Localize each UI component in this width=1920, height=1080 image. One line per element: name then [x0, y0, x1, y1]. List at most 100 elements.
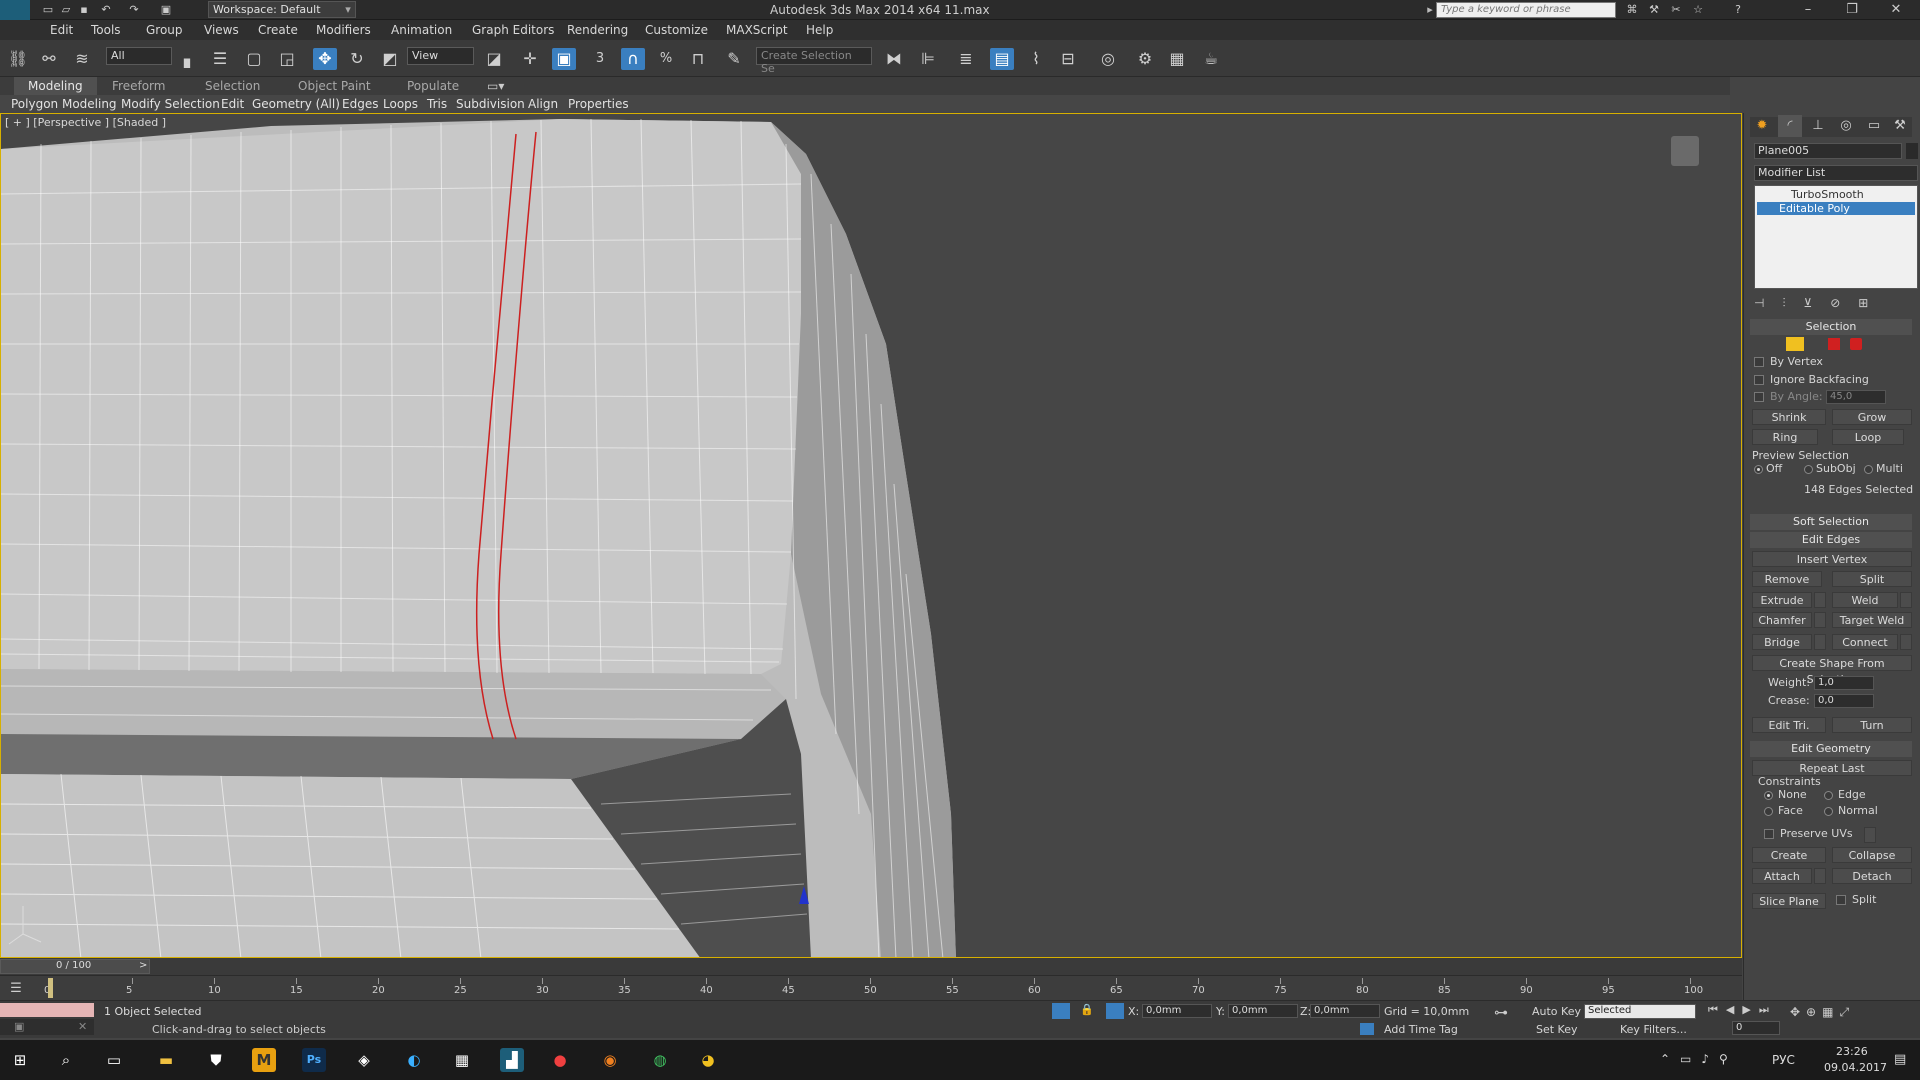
viewport-label[interactable]: [ + ] [Perspective ] [Shaded ]: [5, 116, 166, 129]
soft-selection-rollout-header[interactable]: Soft Selection: [1750, 514, 1912, 530]
favorites-icon[interactable]: ☆: [1690, 2, 1706, 17]
menu-rendering[interactable]: Rendering: [567, 23, 628, 37]
split-checkbox[interactable]: [1836, 895, 1846, 905]
chamfer-settings-button[interactable]: [1814, 612, 1826, 628]
by-vertex-checkbox[interactable]: [1754, 357, 1764, 367]
y-coordinate-field[interactable]: 0,0mm: [1228, 1004, 1298, 1018]
maxscript-controls[interactable]: ▣ ✕: [0, 1019, 94, 1035]
time-slider[interactable]: 0 / 100 >: [0, 958, 1742, 975]
selection-lock-icon[interactable]: 🔒: [1080, 1003, 1094, 1016]
close-icon[interactable]: ✕: [78, 1020, 87, 1033]
utilities-tab-icon[interactable]: ⚒: [1888, 115, 1912, 137]
attach-settings-button[interactable]: [1814, 868, 1826, 884]
edit-geometry-rollout-header[interactable]: Edit Geometry: [1750, 741, 1912, 757]
rendered-frame-window-icon[interactable]: ▦: [1165, 48, 1189, 70]
mirror-icon[interactable]: ⧓: [882, 48, 906, 70]
ignore-backfacing-checkbox[interactable]: [1754, 375, 1764, 385]
panel-properties[interactable]: Properties: [568, 97, 629, 111]
motion-tab-icon[interactable]: ◎: [1834, 115, 1858, 137]
add-time-tag[interactable]: Add Time Tag: [1384, 1023, 1458, 1036]
material-editor-icon[interactable]: ◎: [1096, 48, 1120, 70]
x-coordinate-field[interactable]: 0,0mm: [1142, 1004, 1212, 1018]
keyboard-shortcut-override-icon[interactable]: ▣: [552, 48, 576, 70]
paint-icon[interactable]: ◈: [352, 1048, 376, 1072]
new-file-icon[interactable]: ▭: [40, 2, 56, 17]
time-slider-thumb[interactable]: 0 / 100 >: [0, 959, 150, 974]
menu-edit[interactable]: Edit: [50, 23, 73, 37]
weld-button[interactable]: Weld: [1832, 592, 1898, 608]
connect-button[interactable]: Connect: [1832, 634, 1898, 650]
next-frame-icon[interactable]: >: [139, 960, 147, 971]
windows-start-icon[interactable]: ⊞: [8, 1048, 32, 1072]
store-icon[interactable]: ⛊: [204, 1048, 228, 1072]
subscription-icon[interactable]: ⚒: [1646, 2, 1662, 17]
viewport-navigation-controls[interactable]: ✥⊕▦⤢: [1790, 1005, 1855, 1020]
torrent-icon[interactable]: ◍: [648, 1048, 672, 1072]
detach-button[interactable]: Detach: [1832, 868, 1912, 884]
extrude-button[interactable]: Extrude: [1752, 592, 1812, 608]
search-input[interactable]: Type a keyword or phrase: [1436, 2, 1616, 18]
save-icon[interactable]: ▪: [76, 2, 92, 17]
playback-controls[interactable]: ⏮◀▶⏭: [1708, 1003, 1777, 1017]
angle-snap-icon[interactable]: ∩: [621, 48, 645, 70]
schematic-view-icon[interactable]: ⊟: [1056, 48, 1080, 70]
menu-animation[interactable]: Animation: [391, 23, 452, 37]
tab-modeling[interactable]: Modeling: [14, 77, 97, 95]
open-file-icon[interactable]: ▱: [58, 2, 74, 17]
panel-polygon-modeling[interactable]: Polygon Modeling: [11, 97, 117, 111]
panel-loops[interactable]: Loops: [383, 97, 418, 111]
task-view-icon[interactable]: ▭: [102, 1048, 126, 1072]
panel-modify-selection[interactable]: Modify Selection: [121, 97, 220, 111]
select-object-icon[interactable]: ▖: [178, 48, 202, 70]
preserve-uvs-checkbox[interactable]: [1764, 829, 1774, 839]
create-button[interactable]: Create: [1752, 847, 1826, 863]
workspace-dropdown[interactable]: Workspace: Default: [208, 1, 356, 18]
panel-tris[interactable]: Tris: [427, 97, 447, 111]
clock-time[interactable]: 23:26: [1836, 1045, 1868, 1058]
menu-create[interactable]: Create: [258, 23, 298, 37]
select-and-rotate-icon[interactable]: ↻: [345, 48, 369, 70]
absolute-mode-icon[interactable]: [1106, 1003, 1124, 1019]
panel-edit[interactable]: Edit: [221, 97, 244, 111]
help-icon[interactable]: ?: [1730, 2, 1746, 17]
modify-tab-icon[interactable]: ◜: [1778, 115, 1802, 137]
polygon-subobject-icon[interactable]: [1828, 338, 1840, 350]
collapse-button[interactable]: Collapse: [1832, 847, 1912, 863]
undo-icon[interactable]: ↶: [98, 2, 114, 17]
chevron-down-icon[interactable]: ▾: [340, 2, 356, 17]
selection-rollout-header[interactable]: Selection: [1750, 319, 1912, 335]
element-subobject-icon[interactable]: [1850, 338, 1862, 350]
attach-button[interactable]: Attach: [1752, 868, 1812, 884]
edit-tri-button[interactable]: Edit Tri.: [1752, 717, 1826, 733]
display-tab-icon[interactable]: ▭: [1862, 115, 1886, 137]
communication-icon[interactable]: ✂: [1668, 2, 1684, 17]
track-bar[interactable]: ☰ 05101520253035404550556065707580859095…: [0, 975, 1742, 1000]
pivot-center-icon[interactable]: ◪: [482, 48, 506, 70]
object-color-swatch[interactable]: [1906, 143, 1918, 159]
rectangular-selection-icon[interactable]: ▢: [242, 48, 266, 70]
menu-group[interactable]: Group: [146, 23, 183, 37]
panel-edges[interactable]: Edges: [342, 97, 378, 111]
chrome-icon[interactable]: ●: [548, 1048, 572, 1072]
preview-subobj-radio[interactable]: [1804, 465, 1813, 474]
set-key-button[interactable]: Set Key: [1536, 1023, 1578, 1036]
named-selection-dropdown[interactable]: Create Selection Se: [756, 47, 872, 75]
create-shape-button[interactable]: Create Shape From Selection: [1752, 655, 1912, 686]
crease-spinner[interactable]: 0,0: [1814, 694, 1874, 708]
slice-plane-button[interactable]: Slice Plane: [1752, 893, 1826, 909]
curve-editor-icon[interactable]: ⌇: [1024, 48, 1048, 70]
panel-subdivision[interactable]: Subdivision: [456, 97, 525, 111]
ribbon-options-icon[interactable]: ▭▾: [487, 79, 504, 93]
binoculars-icon[interactable]: ⌘: [1624, 2, 1640, 17]
align-icon[interactable]: ⊫: [916, 48, 940, 70]
weight-spinner[interactable]: 1,0: [1814, 676, 1874, 690]
browser-icon[interactable]: ◐: [402, 1048, 426, 1072]
key-mode-dropdown[interactable]: Selected: [1584, 1004, 1696, 1019]
mail-app-icon[interactable]: M: [252, 1048, 276, 1072]
stack-item-turbosmooth[interactable]: TurboSmooth: [1757, 188, 1915, 201]
redo-icon[interactable]: ↷: [126, 2, 142, 17]
clock-date[interactable]: 09.04.2017: [1824, 1061, 1887, 1074]
selection-filter-dropdown[interactable]: All: [106, 47, 172, 65]
constraint-none-radio[interactable]: [1764, 791, 1773, 800]
auto-key-button[interactable]: Auto Key: [1532, 1005, 1581, 1018]
